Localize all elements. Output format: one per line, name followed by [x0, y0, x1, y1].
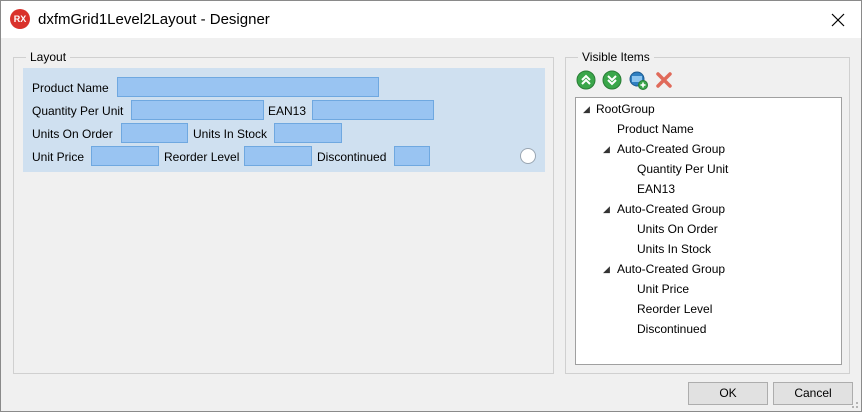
tree-node-reorder-level[interactable]: Reorder Level [637, 302, 712, 316]
tree-node-ean13[interactable]: EAN13 [637, 182, 675, 196]
reorder-level-label[interactable]: Reorder Level [164, 150, 239, 164]
expand-icon[interactable]: ◢ [583, 102, 590, 116]
reorder-level-field[interactable] [244, 146, 312, 166]
visible-items-tree[interactable]: ◢ RootGroup Product Name ◢ Auto-Created … [575, 97, 842, 365]
product-name-field[interactable] [117, 77, 379, 97]
unit-price-field[interactable] [91, 146, 159, 166]
units-on-order-label[interactable]: Units On Order [32, 127, 113, 141]
app-icon: RX [10, 9, 30, 29]
tree-node-auto-created-group[interactable]: Auto-Created Group [617, 202, 725, 216]
tree-node-auto-created-group[interactable]: Auto-Created Group [617, 142, 725, 156]
designer-window: RX dxfmGrid1Level2Layout - Designer Layo… [0, 0, 862, 412]
title-bar: RX dxfmGrid1Level2Layout - Designer [1, 1, 861, 38]
visible-items-caption: Visible Items [578, 50, 654, 64]
layout-groupbox: Layout Product Name Quantity Per Unit EA… [13, 50, 554, 374]
close-button[interactable] [815, 1, 861, 38]
product-name-label[interactable]: Product Name [32, 81, 109, 95]
discontinued-field[interactable] [394, 146, 430, 166]
unit-price-label[interactable]: Unit Price [32, 150, 84, 164]
delete-button[interactable] [654, 70, 676, 92]
units-in-stock-label[interactable]: Units In Stock [193, 127, 267, 141]
visible-items-groupbox: Visible Items ◢ RootGroup Product Name ◢… [565, 50, 850, 374]
resize-handle[interactable] [520, 148, 536, 164]
add-group-button[interactable] [628, 70, 650, 92]
discontinued-label[interactable]: Discontinued [317, 150, 386, 164]
expand-icon[interactable]: ◢ [603, 262, 610, 276]
tree-node-auto-created-group[interactable]: Auto-Created Group [617, 262, 725, 276]
move-up-icon [576, 70, 596, 90]
tree-node-units-in-stock[interactable]: Units In Stock [637, 242, 711, 256]
tree-node-units-on-order[interactable]: Units On Order [637, 222, 718, 236]
tree-node-unit-price[interactable]: Unit Price [637, 282, 689, 296]
quantity-per-unit-field[interactable] [131, 100, 264, 120]
ok-button[interactable]: OK [688, 382, 768, 405]
ean13-label[interactable]: EAN13 [268, 104, 306, 118]
layout-row-1: Product Name [23, 77, 545, 99]
tree-node-root-group[interactable]: RootGroup [596, 102, 655, 116]
expand-icon[interactable]: ◢ [603, 202, 610, 216]
layout-row-4: Unit Price Reorder Level Discontinued [23, 146, 545, 168]
delete-icon [656, 72, 672, 88]
size-grip-icon[interactable] [849, 399, 859, 409]
tree-node-quantity-per-unit[interactable]: Quantity Per Unit [637, 162, 728, 176]
layout-area[interactable]: Product Name Quantity Per Unit EAN13 Uni… [23, 68, 545, 172]
tree-node-discontinued[interactable]: Discontinued [637, 322, 706, 336]
layout-row-2: Quantity Per Unit EAN13 [23, 100, 545, 122]
close-icon [831, 13, 845, 27]
expand-icon[interactable]: ◢ [603, 142, 610, 156]
layout-caption: Layout [26, 50, 71, 64]
quantity-per-unit-label[interactable]: Quantity Per Unit [32, 104, 123, 118]
cancel-button[interactable]: Cancel [773, 382, 853, 405]
add-group-icon [629, 71, 648, 90]
window-title: dxfmGrid1Level2Layout - Designer [38, 11, 270, 28]
move-up-button[interactable] [576, 70, 598, 92]
ean13-field[interactable] [312, 100, 434, 120]
move-down-button[interactable] [602, 70, 624, 92]
tree-node-product-name[interactable]: Product Name [617, 122, 694, 136]
units-on-order-field[interactable] [121, 123, 188, 143]
move-down-icon [602, 70, 622, 90]
layout-row-3: Units On Order Units In Stock [23, 123, 545, 145]
units-in-stock-field[interactable] [274, 123, 342, 143]
